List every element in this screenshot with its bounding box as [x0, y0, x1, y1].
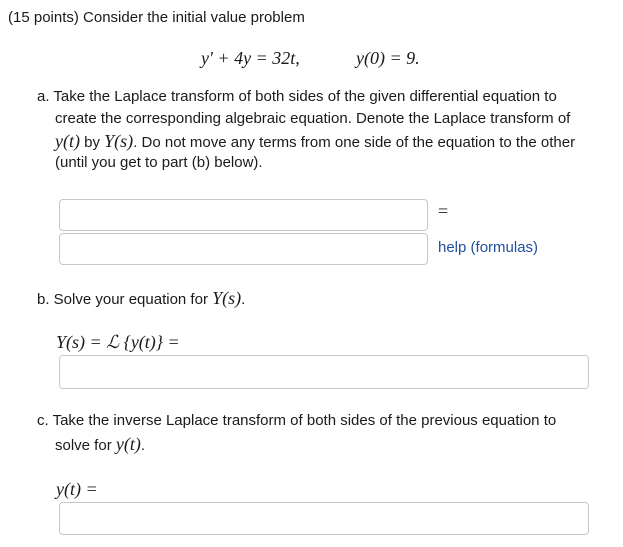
- part-c-text-line1: c. Take the inverse Laplace transform of…: [37, 412, 557, 429]
- part-a-text-line2: create the corresponding algebraic equat…: [55, 110, 571, 127]
- y-of-t-math: y(t): [115, 434, 141, 454]
- part-c-lhs-label: y(t) =: [56, 479, 98, 499]
- part-c-period: .: [140, 437, 146, 454]
- equals-sign: =: [438, 201, 449, 221]
- part-c-text: solve for: [55, 437, 116, 454]
- part-b-period: .: [241, 291, 246, 308]
- Y-of-s-math: Y(s): [212, 288, 242, 308]
- differential-equation: y′ + 4y = 32t,: [201, 48, 300, 68]
- part-a-rest-text: . Do not move any terms from one side of…: [133, 134, 576, 151]
- laplace-rhs-input[interactable]: [59, 233, 428, 265]
- part-a-text-line4: (until you get to part (b) below).: [55, 154, 263, 171]
- part-a-by-text: by: [79, 134, 105, 151]
- problem-intro: (15 points) Consider the initial value p…: [8, 9, 305, 26]
- part-b-text: b. Solve your equation for: [37, 291, 213, 308]
- part-b-prompt: b. Solve your equation for Y(s).: [37, 287, 245, 311]
- y-of-t-math: y(t): [55, 131, 80, 151]
- y-of-t-answer-input[interactable]: [59, 502, 589, 535]
- part-b-lhs-label: Y(s) = ℒ {y(t)} =: [56, 332, 180, 352]
- Y-of-s-math: Y(s): [104, 131, 134, 151]
- part-c-text-line2: solve for y(t).: [55, 433, 145, 457]
- laplace-lhs-input[interactable]: [59, 199, 428, 231]
- help-formulas-link[interactable]: help (formulas): [438, 237, 538, 259]
- initial-condition: y(0) = 9.: [356, 48, 420, 68]
- part-a-text-line1: a. Take the Laplace transform of both si…: [37, 88, 557, 105]
- Y-of-s-answer-input[interactable]: [59, 355, 589, 389]
- part-a-text-line3: y(t) by Y(s). Do not move any terms from…: [55, 130, 575, 154]
